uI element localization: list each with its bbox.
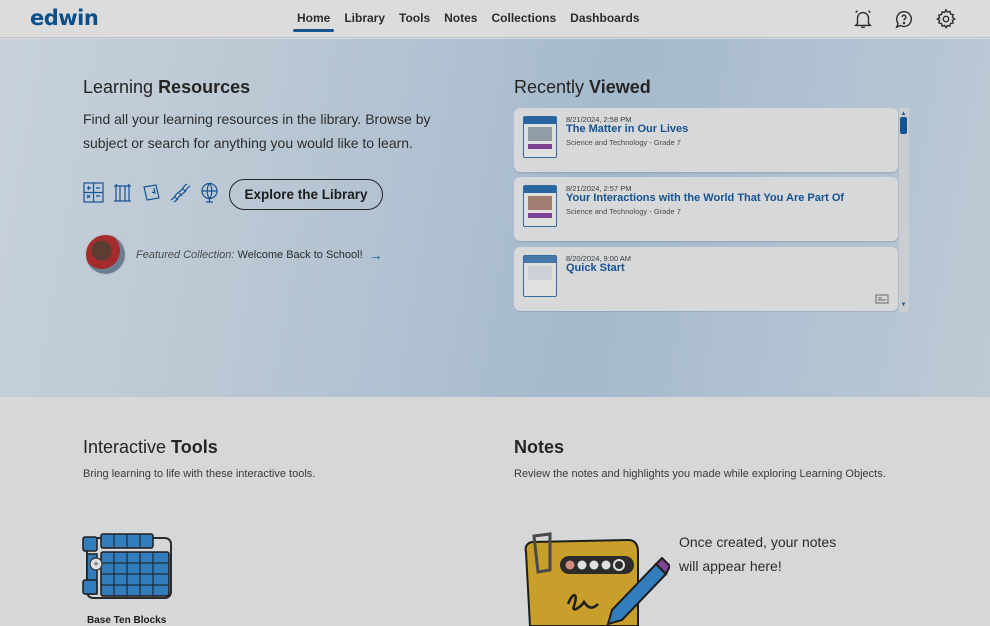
featured-collection-avatar [84, 233, 127, 276]
recent-scrollbar[interactable] [899, 108, 909, 312]
nav-dashboards[interactable]: Dashboards [563, 0, 646, 38]
columns-icon [112, 182, 133, 203]
interactive-tools-description: Bring learning to life with these intera… [83, 468, 316, 480]
arrow-right-icon[interactable]: → [369, 247, 383, 263]
recent-item-title[interactable]: Your Interactions with the World That Yo… [566, 192, 844, 204]
svg-text:+: + [93, 559, 98, 569]
help-icon[interactable] [893, 8, 915, 30]
learning-resources-heading: Learning Resources [83, 77, 251, 97]
edwin-logo[interactable]: edwin [30, 6, 99, 30]
recent-item-title[interactable]: The Matter in Our Lives [566, 123, 688, 135]
recently-viewed-list[interactable]: 8/21/2024, 2:58 PM The Matter in Our Liv… [514, 108, 910, 312]
recent-item-subtitle: Science and Technology - Grade 7 [566, 207, 681, 216]
learning-resources-description: Find all your learning resources in the … [83, 111, 431, 151]
recent-item[interactable]: 8/20/2024, 9:00 AM Quick Start [514, 247, 898, 311]
recently-viewed-heading: Recently Viewed [514, 77, 651, 97]
lesson-thumbnail [523, 255, 557, 297]
lesson-thumbnail [523, 116, 557, 158]
recent-item-subtitle: Science and Technology - Grade 7 [566, 138, 681, 147]
notes-description: Review the notes and highlights you made… [514, 468, 886, 480]
recent-item[interactable]: 8/21/2024, 2:57 PM Your Interactions wit… [514, 177, 898, 241]
nav-collections[interactable]: Collections [484, 0, 563, 38]
notifications-icon[interactable] [852, 8, 874, 30]
settings-icon[interactable] [935, 8, 957, 30]
featured-collection-label[interactable]: Featured Collection: Welcome Back to Sch… [136, 249, 363, 261]
tool-label-base-ten-blocks[interactable]: Base Ten Blocks [87, 615, 166, 626]
book-icon [141, 182, 162, 203]
nav-notes[interactable]: Notes [437, 0, 484, 38]
base-ten-blocks-icon[interactable]: + [81, 532, 173, 602]
top-nav-bar: edwin Home Library Tools Notes Collectio… [0, 0, 990, 38]
recent-scrollbar-thumb[interactable] [900, 117, 907, 134]
caption-icon [875, 294, 889, 304]
notes-heading: Notes [514, 437, 565, 457]
dna-icon [170, 182, 191, 203]
subject-icons [83, 182, 220, 203]
notes-empty-state: Once created, your notes will appear here… [679, 534, 837, 574]
hero-banner: Learning Resources Find all your learnin… [0, 39, 990, 397]
interactive-tools-heading: Interactive Tools [83, 437, 218, 457]
recent-item-title[interactable]: Quick Start [566, 262, 625, 274]
globe-icon [199, 182, 220, 203]
nav-tools[interactable]: Tools [392, 0, 437, 38]
nav-home[interactable]: Home [290, 0, 337, 38]
scroll-down-icon[interactable]: ▼ [900, 301, 907, 309]
main-nav: Home Library Tools Notes Collections Das… [290, 0, 647, 38]
lesson-thumbnail [523, 185, 557, 227]
recent-item[interactable]: 8/21/2024, 2:58 PM The Matter in Our Liv… [514, 108, 898, 172]
explore-library-button[interactable]: Explore the Library [229, 179, 383, 210]
notes-illustration [524, 532, 670, 626]
math-icon [83, 182, 104, 203]
nav-library[interactable]: Library [337, 0, 392, 38]
featured-collection[interactable]: Featured Collection: Welcome Back to Sch… [84, 233, 383, 276]
